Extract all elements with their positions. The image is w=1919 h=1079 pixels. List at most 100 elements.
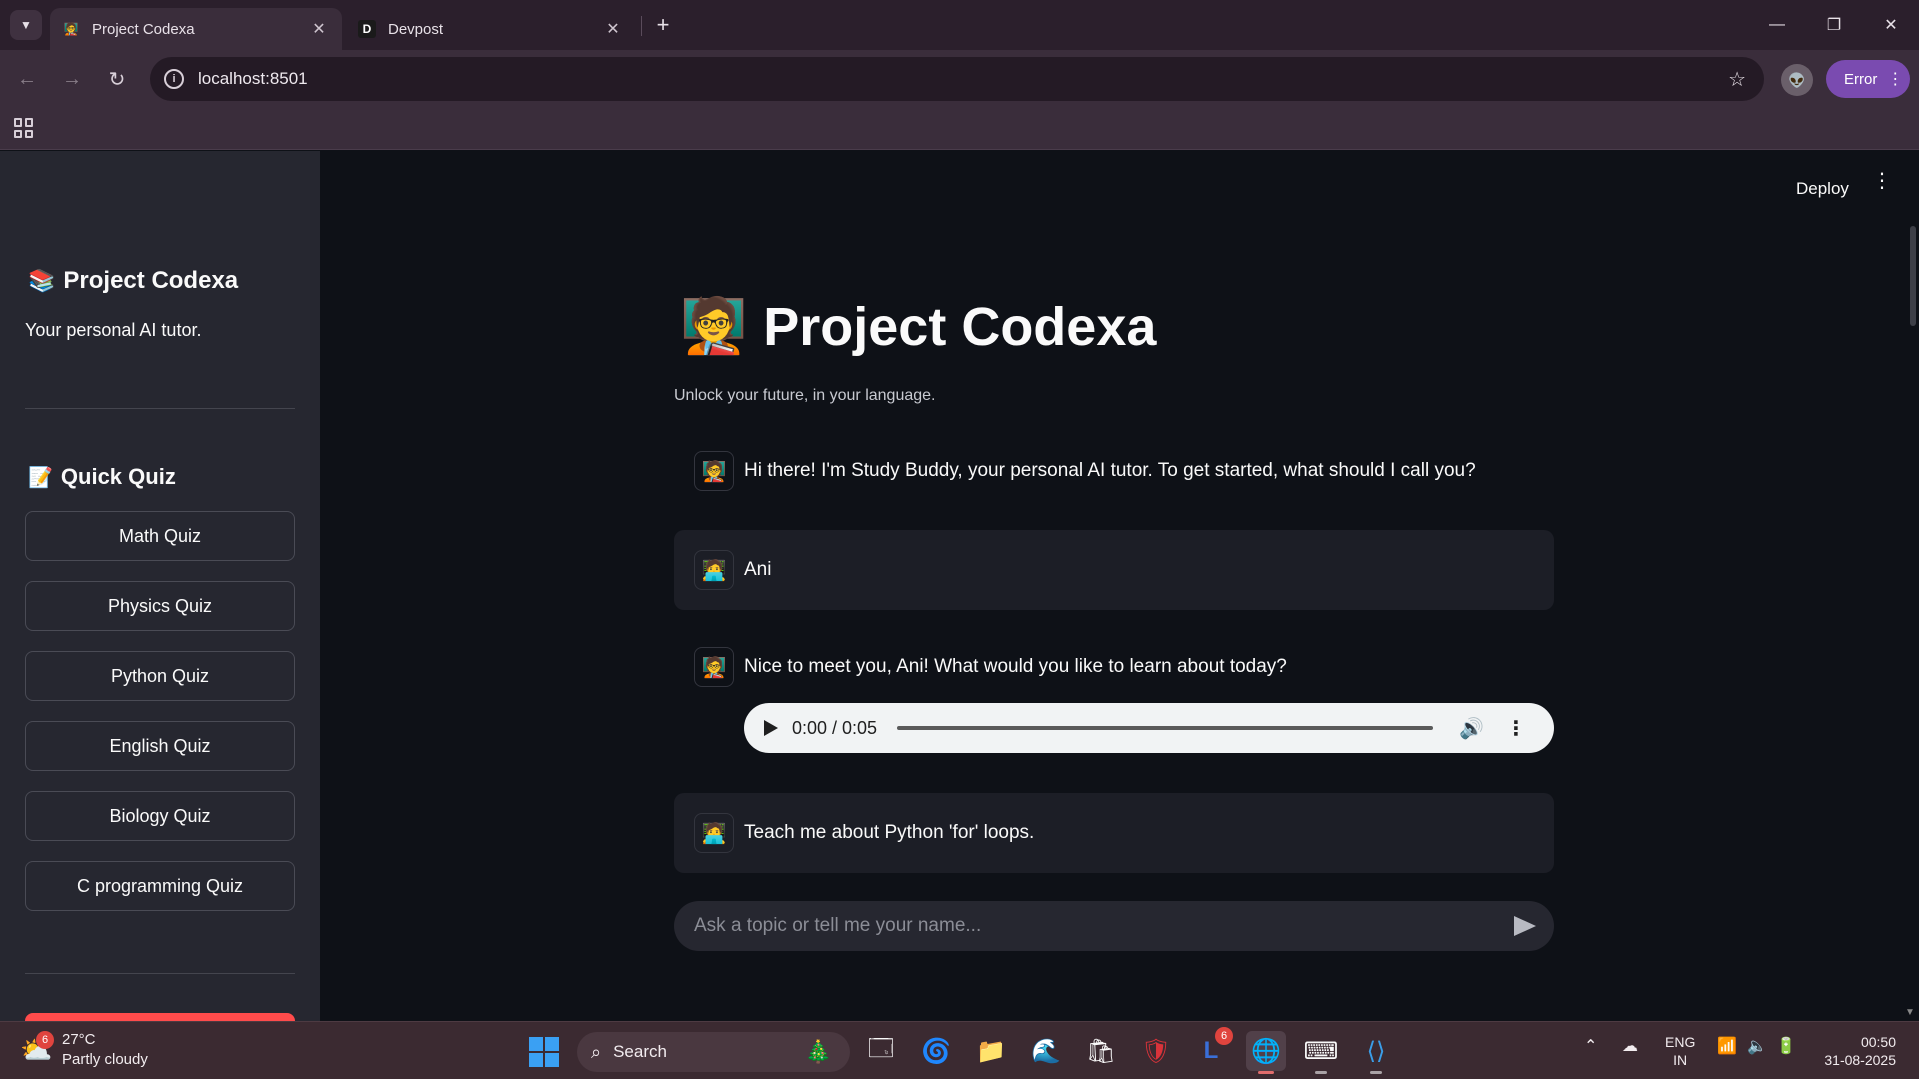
c-programming-quiz-button[interactable]: C programming Quiz: [25, 861, 295, 911]
chrome-icon[interactable]: 🌐: [1246, 1031, 1286, 1074]
chat-message-user: 🧑‍💻 Teach me about Python 'for' loops.: [674, 793, 1554, 873]
tab-separator: [641, 16, 642, 36]
devpost-favicon: D: [358, 20, 376, 38]
task-view-icon[interactable]: 🗔: [861, 1031, 901, 1071]
sidebar-subtitle: Your personal AI tutor.: [25, 320, 202, 340]
main-content: Deploy ⋮ ▼ 🧑‍🏫 Project Codexa Unlock you…: [320, 151, 1919, 1021]
weather-badge: 6: [36, 1031, 54, 1049]
windows-taskbar: ⛅ 6 27°C Partly cloudy ⌕ Search 🎄 🗔 🌀 📁 🌊…: [0, 1021, 1919, 1079]
url-text[interactable]: localhost:8501: [198, 69, 1728, 89]
profile-avatar[interactable]: 👽: [1781, 64, 1813, 96]
message-text: Ani: [744, 559, 772, 580]
tab-project-codexa[interactable]: 🧑‍🏫 Project Codexa ✕: [50, 8, 342, 50]
clock[interactable]: 00:50 31-08-2025: [1816, 1033, 1896, 1069]
tab-favicon: 🧑‍🏫: [63, 22, 79, 36]
wifi-icon[interactable]: 📶: [1717, 1036, 1737, 1056]
quick-quiz-heading-text: Quick Quiz: [60, 464, 176, 489]
close-icon[interactable]: ✕: [308, 18, 330, 40]
browser-tab-bar: ▼ 🧑‍🏫 Project Codexa ✕ D Devpost ✕ + — ❐…: [0, 0, 1919, 50]
python-quiz-button[interactable]: Python Quiz: [25, 651, 295, 701]
weather-widget[interactable]: ⛅ 6 27°C Partly cloudy: [20, 1030, 148, 1070]
tab-search-button[interactable]: ▼: [10, 10, 42, 40]
page-title-text: Project Codexa: [763, 296, 1157, 357]
sidebar-divider: [25, 973, 295, 974]
sidebar-title: 📚 Project Codexa: [28, 267, 238, 295]
onedrive-error-icon[interactable]: ☁: [1622, 1036, 1638, 1056]
message-text: Hi there! I'm Study Buddy, your personal…: [744, 460, 1476, 481]
scrollbar-thumb[interactable]: [1910, 226, 1916, 326]
search-highlight-icon: 🎄: [804, 1039, 832, 1064]
volume-icon[interactable]: 🔊: [1459, 716, 1484, 741]
user-avatar-icon: 🧑‍💻: [694, 813, 734, 853]
physics-quiz-button[interactable]: Physics Quiz: [25, 581, 295, 631]
windows-start-icon[interactable]: [529, 1037, 559, 1067]
main-menu-icon[interactable]: ⋮: [1872, 171, 1892, 191]
tab-title: Project Codexa: [92, 20, 195, 38]
more-vert-icon[interactable]: ⋮: [1506, 716, 1526, 741]
books-icon: 📚: [28, 268, 56, 293]
weather-temp: 27°C: [62, 1031, 96, 1048]
battery-icon[interactable]: 🔋: [1776, 1036, 1796, 1056]
chat-message-assistant: 🧑‍🏫 Nice to meet you, Ani! What would yo…: [674, 639, 1554, 695]
send-icon[interactable]: [1514, 916, 1536, 936]
more-vert-icon: ⋮: [1887, 71, 1903, 88]
chat-message-assistant: 🧑‍🏫 Hi there! I'm Study Buddy, your pers…: [674, 443, 1554, 499]
chat-input-box: [674, 901, 1554, 951]
bookmark-star-icon[interactable]: ☆: [1728, 67, 1746, 92]
math-quiz-button[interactable]: Math Quiz: [25, 511, 295, 561]
clock-date: 31-08-2025: [1824, 1052, 1896, 1068]
copilot-icon[interactable]: 🌀: [916, 1031, 956, 1071]
mail-app-icon[interactable]: L 6: [1191, 1027, 1233, 1071]
error-chip-button[interactable]: Error ⋮: [1826, 60, 1910, 98]
taskbar-search[interactable]: ⌕ Search 🎄: [577, 1032, 850, 1072]
active-indicator: [1258, 1071, 1274, 1074]
sidebar: 📚 Project Codexa Your personal AI tutor.…: [0, 151, 320, 1033]
close-icon[interactable]: ✕: [602, 18, 624, 40]
play-icon[interactable]: [764, 720, 778, 736]
running-indicator: [1315, 1071, 1327, 1074]
chevron-up-icon[interactable]: ⌃: [1584, 1036, 1597, 1056]
sidebar-title-text: Project Codexa: [63, 267, 239, 294]
file-explorer-icon[interactable]: 📁: [971, 1031, 1011, 1071]
chat-input[interactable]: [694, 915, 1514, 937]
user-avatar-icon: 🧑‍💻: [694, 550, 734, 590]
weather-desc: Partly cloudy: [62, 1051, 148, 1068]
tab-title: Devpost: [388, 20, 444, 38]
back-button[interactable]: ←: [12, 64, 42, 94]
scroll-down-arrow[interactable]: ▼: [1905, 1007, 1915, 1018]
biology-quiz-button[interactable]: Biology Quiz: [25, 791, 295, 841]
deploy-button[interactable]: Deploy: [1796, 179, 1849, 199]
audio-player: 0:00 / 0:05 🔊 ⋮: [744, 703, 1554, 753]
chat-message-user: 🧑‍💻 Ani: [674, 530, 1554, 610]
audio-progress-slider[interactable]: [897, 726, 1434, 730]
browser-toolbar: ← → ↻ i localhost:8501 ☆ 👽 Error ⋮: [0, 50, 1919, 108]
clock-time: 00:50: [1860, 1034, 1896, 1050]
address-bar[interactable]: i localhost:8501 ☆: [150, 57, 1764, 101]
edge-icon[interactable]: 🌊: [1026, 1031, 1066, 1071]
restore-button[interactable]: ❐: [1814, 10, 1854, 40]
taskbar-search-label: Search: [613, 1042, 667, 1061]
terminal-icon[interactable]: ⌨: [1301, 1031, 1341, 1074]
forward-button[interactable]: →: [57, 64, 87, 94]
mcafee-icon[interactable]: 🛡: [1136, 1031, 1176, 1071]
partly-cloudy-icon: ⛅ 6: [20, 1031, 54, 1065]
teacher-icon: 🧑‍🏫: [680, 296, 748, 356]
site-info-icon[interactable]: i: [164, 69, 184, 89]
reload-button[interactable]: ↻: [102, 64, 132, 94]
notification-badge: 6: [1215, 1027, 1233, 1045]
store-icon[interactable]: 🛍: [1081, 1031, 1121, 1071]
search-icon: ⌕: [591, 1041, 602, 1062]
memo-icon: 📝: [28, 466, 53, 489]
speaker-icon[interactable]: 🔈: [1747, 1036, 1767, 1056]
minimize-button[interactable]: —: [1757, 10, 1797, 40]
close-window-button[interactable]: ✕: [1871, 10, 1911, 40]
language-indicator[interactable]: ENG IN: [1665, 1033, 1695, 1069]
english-quiz-button[interactable]: English Quiz: [25, 721, 295, 771]
vscode-icon[interactable]: ⟨⟩: [1356, 1031, 1396, 1074]
error-label: Error: [1844, 70, 1878, 88]
apps-grid-icon[interactable]: [14, 118, 34, 138]
tab-devpost[interactable]: D Devpost ✕: [346, 8, 636, 50]
message-text: Nice to meet you, Ani! What would you li…: [744, 656, 1287, 677]
new-tab-button[interactable]: +: [650, 12, 676, 38]
audio-time: 0:00 / 0:05: [792, 717, 878, 738]
